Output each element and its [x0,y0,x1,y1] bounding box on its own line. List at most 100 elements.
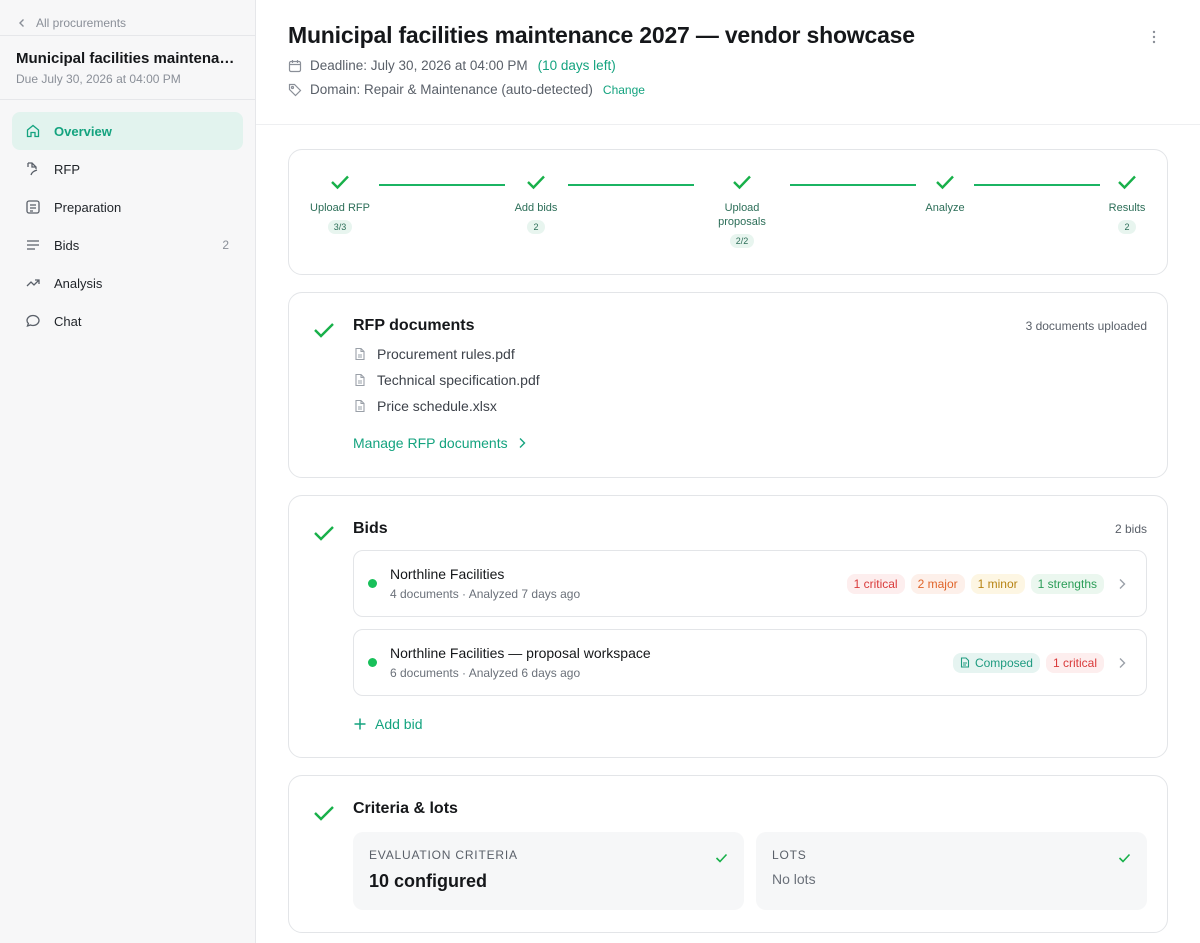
rfp-documents-title: RFP documents [353,317,475,334]
document-icon [960,657,970,668]
criteria-lots-title: Criteria & lots [353,800,458,817]
check-icon [313,804,335,825]
sidebar-item-preparation[interactable]: Preparation [12,188,243,226]
trend-icon [24,274,42,292]
chevron-right-icon [1118,657,1126,669]
rfp-documents-summary: 3 documents uploaded [1025,319,1147,333]
sidebar-item-chat[interactable]: Chat [12,302,243,340]
status-dot [368,579,377,588]
composed-label: Composed [974,655,1033,670]
bid-subtitle: 6 documents · Analyzed 6 days ago [390,666,581,680]
composed-badge: Composed [952,652,1040,673]
main-content: Municipal facilities maintenance 2027 — … [256,0,1200,943]
evaluation-criteria-value: 10 configured [369,871,488,891]
bid-name: Northline Facilities [390,566,505,582]
deadline-text: Deadline: July 30, 2026 at 04:00 PM [310,58,528,73]
rfp-icon [24,160,42,178]
page-header: Municipal facilities maintenance 2027 — … [256,0,1200,125]
minor-badge: 1 minor [970,573,1025,594]
app-root: All procurements Municipal facilities ma… [0,0,1200,943]
manage-rfp-label: Manage RFP documents [353,435,508,451]
more-options-icon[interactable] [1152,30,1156,47]
lots-tile[interactable]: LOTS No lots [756,832,1147,910]
check-icon [313,321,335,342]
file-icon [355,347,365,361]
preparation-icon [24,198,42,216]
bid-name: Northline Facilities — proposal workspac… [390,645,651,661]
sidebar-item-label: Preparation [54,199,122,215]
rfp-documents-card: RFP documents 3 documents uploaded Procu… [288,292,1168,478]
step-label: Upload RFP [310,202,370,214]
bid-row[interactable]: Northline Facilities — proposal workspac… [353,629,1147,696]
document-name: Price schedule.xlsx [377,398,497,414]
progress-stepper: Upload RFP 3/3 Add bids 2 Upload proposa… [288,149,1168,275]
domain-row: Domain: Repair & Maintenance (auto-detec… [288,82,1168,97]
step-add-bids[interactable]: Add bids 2 [481,174,591,234]
sidebar-item-label: RFP [54,161,80,177]
lots-value: No lots [772,871,816,887]
bids-title: Bids [353,520,388,537]
sidebar-item-label: Overview [54,123,112,139]
step-badge: 3/3 [327,220,353,234]
procurement-header: Municipal facilities maintenance 2027 — … [0,36,255,100]
back-link-label: All procurements [36,15,127,30]
file-icon [355,373,365,387]
procurement-title: Municipal facilities maintenance 2027 — … [16,50,239,67]
criteria-lots-card: Criteria & lots EVALUATION CRITERIA 10 c… [288,775,1168,933]
rfp-document-item[interactable]: Price schedule.xlsx [353,393,1147,419]
check-icon [1118,850,1131,866]
chevron-right-icon [519,438,526,448]
critical-badge: 1 critical [1045,652,1104,673]
critical-badge: 1 critical [846,573,905,594]
sidebar-item-rfp[interactable]: RFP [12,150,243,188]
rfp-document-item[interactable]: Procurement rules.pdf [353,341,1147,367]
step-analyze[interactable]: Analyze [890,174,1000,215]
rfp-document-list: Procurement rules.pdf Technical specific… [353,341,1147,419]
change-domain-link[interactable]: Change [603,83,645,97]
plus-icon [354,718,366,730]
overview-content: Upload RFP 3/3 Add bids 2 Upload proposa… [256,125,1200,933]
step-badge: 2 [1118,220,1136,234]
bid-row[interactable]: Northline Facilities 4 documents · Analy… [353,550,1147,617]
step-label: Add bids [514,202,558,214]
deadline-row: Deadline: July 30, 2026 at 04:00 PM (10 … [288,58,1168,73]
check-icon [313,524,335,545]
document-name: Technical specification.pdf [377,372,540,388]
bids-count: 2 [222,238,229,252]
tag-icon [288,83,302,96]
step-label: Analyze [925,202,965,214]
lots-label: LOTS [772,848,807,862]
manage-rfp-documents-link[interactable]: Manage RFP documents [353,435,1147,451]
step-label: Upload proposals [718,202,766,228]
chevron-left-icon [19,18,24,27]
step-results[interactable]: Results 2 [1072,174,1182,234]
check-icon [285,174,395,194]
check-icon [702,174,782,194]
sidebar-item-bids[interactable]: Bids 2 [12,226,243,264]
check-icon [481,174,591,194]
bid-subtitle: 4 documents · Analyzed 7 days ago [390,587,581,601]
sidebar-item-analysis[interactable]: Analysis [12,264,243,302]
rfp-document-item[interactable]: Technical specification.pdf [353,367,1147,393]
step-label: Results [1108,202,1146,214]
step-upload-proposals[interactable]: Upload proposals 2/2 [702,174,782,248]
status-dot [368,658,377,667]
sidebar-item-overview[interactable]: Overview [12,112,243,150]
add-bid-label: Add bid [375,716,423,732]
domain-text: Domain: Repair & Maintenance (auto-detec… [310,82,593,97]
major-badge: 2 major [910,573,965,594]
strengths-badge: 1 strengths [1030,573,1104,594]
list-icon [24,236,42,254]
home-icon [24,122,42,140]
step-upload-rfp[interactable]: Upload RFP 3/3 [285,174,395,234]
evaluation-criteria-tile[interactable]: EVALUATION CRITERIA 10 configured [353,832,744,910]
calendar-icon [288,59,302,72]
sidebar-item-label: Chat [54,313,82,329]
bids-summary: 2 bids [1114,522,1147,536]
step-badge: 2 [527,220,545,234]
back-link[interactable]: All procurements [0,0,255,36]
add-bid-button[interactable]: Add bid [353,716,1147,732]
sidebar-item-label: Bids [54,237,80,253]
check-icon [715,850,728,866]
check-icon [890,174,1000,194]
